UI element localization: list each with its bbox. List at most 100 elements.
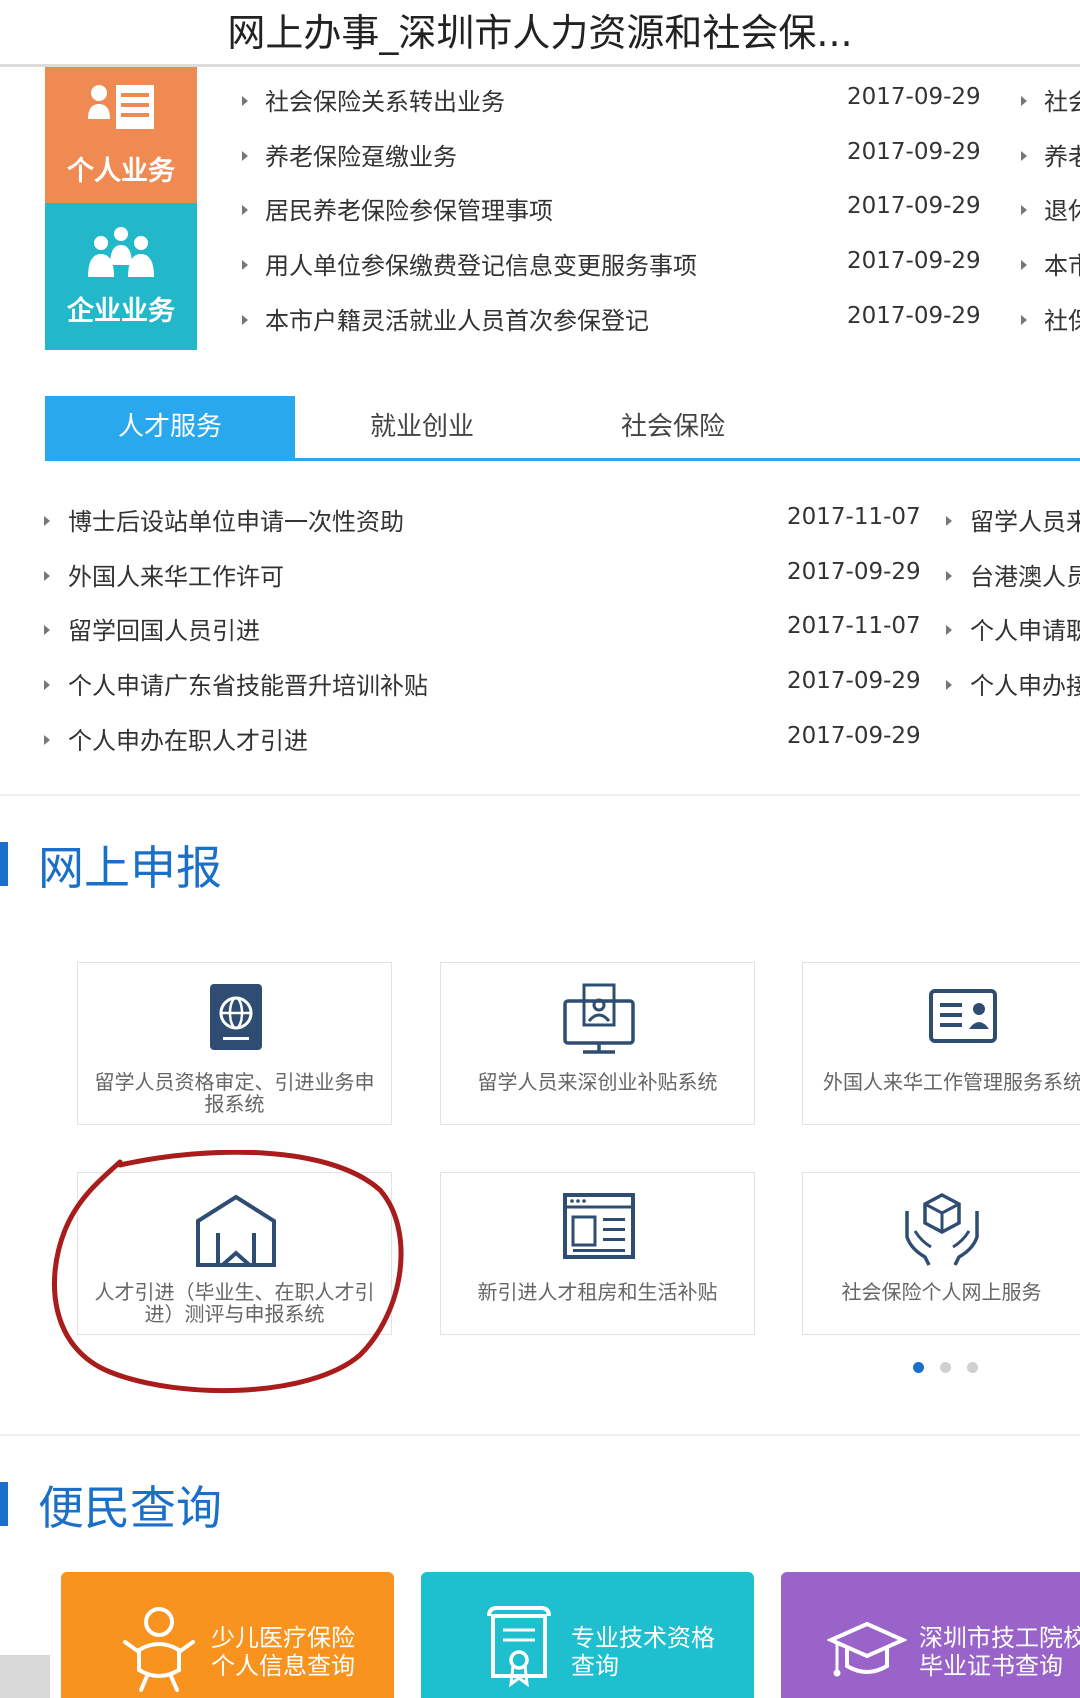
tile-child-medical-query[interactable]: 少儿医疗保险 个人信息查询 xyxy=(61,1572,394,1698)
bullet-icon xyxy=(44,571,50,581)
bullet-icon xyxy=(242,96,248,106)
item-date: 2017-09-29 xyxy=(847,248,981,274)
item-date: 2017-09-29 xyxy=(847,139,981,165)
list-item[interactable]: 本市户籍灵活就业人员首次参保登记 2017-09-29 社保 xyxy=(0,289,1080,343)
bullet-icon xyxy=(242,151,248,161)
section-divider xyxy=(0,794,1080,796)
card-foreigner-work[interactable]: 外国人来华工作管理服务系统 xyxy=(802,962,1080,1125)
card-rental-subsidy[interactable]: 新引进人才租房和生活补贴 xyxy=(440,1172,755,1335)
item-label-right[interactable]: 个人申请职 xyxy=(970,611,1080,646)
page-title: 网上办事_深圳市人力资源和社会保... xyxy=(227,11,853,55)
item-date: 2017-09-29 xyxy=(787,723,921,749)
bullet-icon xyxy=(946,516,952,526)
scroll-helper-button[interactable] xyxy=(0,1655,50,1698)
card-label: 外国人来华工作管理服务系统 xyxy=(823,1070,1080,1094)
tab-talent-services[interactable]: 人才服务 xyxy=(45,396,295,458)
item-label[interactable]: 居民养老保险参保管理事项 xyxy=(265,191,553,226)
hands-box-icon xyxy=(905,1193,979,1266)
bullet-icon xyxy=(242,205,248,215)
card-label: 社会保险个人网上服务 xyxy=(841,1280,1042,1304)
tile-label: 深圳市技工院校 毕业证书查询 xyxy=(919,1624,1080,1680)
tile-professional-qualification[interactable]: 专业技术资格 查询 xyxy=(421,1572,754,1698)
section-marker xyxy=(0,842,8,886)
item-date: 2017-09-29 xyxy=(847,303,981,329)
bullet-icon xyxy=(1021,260,1027,270)
item-label-right[interactable]: 个人申办接 xyxy=(970,666,1080,701)
list-item[interactable]: 留学回国人员引进 2017-11-07 个人申请职 xyxy=(0,599,1080,653)
bullet-icon xyxy=(44,735,50,745)
bullet-icon xyxy=(242,315,248,325)
id-card-icon xyxy=(929,989,997,1043)
annotation-circle xyxy=(52,1150,404,1394)
tab-content-list: 博士后设站单位申请一次性资助 2017-11-07 留学人员来 外国人来华工作许… xyxy=(0,490,1080,760)
tile-label: 少儿医疗保险 个人信息查询 xyxy=(211,1624,355,1680)
bullet-icon xyxy=(242,260,248,270)
bullet-icon xyxy=(44,680,50,690)
item-label-right[interactable]: 养老 xyxy=(1044,137,1080,172)
item-label[interactable]: 外国人来华工作许可 xyxy=(68,557,284,592)
tile-label: 专业技术资格 查询 xyxy=(571,1624,715,1680)
tab-employment[interactable]: 就业创业 xyxy=(297,396,547,458)
list-item[interactable]: 博士后设站单位申请一次性资助 2017-11-07 留学人员来 xyxy=(0,490,1080,544)
bullet-icon xyxy=(946,680,952,690)
bullet-icon xyxy=(44,625,50,635)
section-divider xyxy=(0,1434,1080,1436)
graduation-cap-icon xyxy=(827,1621,907,1677)
top-business-list: 社会保险关系转出业务 2017-09-29 社会 养老保险趸缴业务 2017-0… xyxy=(0,70,1080,355)
bullet-icon xyxy=(44,516,50,526)
bullet-icon xyxy=(1021,205,1027,215)
list-item[interactable]: 居民养老保险参保管理事项 2017-09-29 退休 xyxy=(0,179,1080,233)
tab-social-insurance[interactable]: 社会保险 xyxy=(548,396,798,458)
item-label-right[interactable]: 社保 xyxy=(1044,301,1080,336)
card-social-insurance-online[interactable]: 社会保险个人网上服务 xyxy=(802,1172,1080,1335)
item-date: 2017-09-29 xyxy=(847,84,981,110)
item-date: 2017-09-29 xyxy=(787,668,921,694)
item-label[interactable]: 本市户籍灵活就业人员首次参保登记 xyxy=(265,301,649,336)
item-label[interactable]: 博士后设站单位申请一次性资助 xyxy=(68,502,404,537)
passport-globe-icon xyxy=(210,984,262,1050)
item-label-right[interactable]: 社会 xyxy=(1044,82,1080,117)
bullet-icon xyxy=(946,571,952,581)
card-label: 留学人员资格审定、引进业务申报系统 xyxy=(94,1070,375,1116)
carousel-dot-active[interactable] xyxy=(913,1362,924,1373)
card-startup-subsidy[interactable]: 留学人员来深创业补贴系统 xyxy=(440,962,755,1125)
list-item[interactable]: 外国人来华工作许可 2017-09-29 台港澳人员 xyxy=(0,545,1080,599)
baby-icon xyxy=(123,1607,195,1692)
item-label-right[interactable]: 留学人员来 xyxy=(970,502,1080,537)
item-label-right[interactable]: 退休 xyxy=(1044,191,1080,226)
list-item[interactable]: 社会保险关系转出业务 2017-09-29 社会 xyxy=(0,70,1080,124)
item-label[interactable]: 养老保险趸缴业务 xyxy=(265,137,457,172)
certificate-icon xyxy=(487,1606,551,1688)
item-label-right[interactable]: 台港澳人员 xyxy=(970,557,1080,592)
item-date: 2017-11-07 xyxy=(787,613,921,639)
section-marker xyxy=(0,1482,8,1526)
bullet-icon xyxy=(946,625,952,635)
card-label: 留学人员来深创业补贴系统 xyxy=(477,1070,718,1094)
item-label[interactable]: 留学回国人员引进 xyxy=(68,611,260,646)
item-date: 2017-09-29 xyxy=(787,559,921,585)
tab-underline xyxy=(45,458,1080,461)
card-overseas-qualification[interactable]: 留学人员资格审定、引进业务申报系统 xyxy=(77,962,392,1125)
list-item[interactable]: 个人申请广东省技能晋升培训补贴 2017-09-29 个人申办接 xyxy=(0,654,1080,708)
top-bar: 网上办事_深圳市人力资源和社会保... xyxy=(0,0,1080,67)
tile-technical-school-certificate[interactable]: 深圳市技工院校 毕业证书查询 xyxy=(781,1572,1080,1698)
carousel-dot[interactable] xyxy=(967,1362,978,1373)
list-item[interactable]: 用人单位参保缴费登记信息变更服务事项 2017-09-29 本市 xyxy=(0,234,1080,288)
monitor-person-icon xyxy=(563,983,635,1054)
item-date: 2017-09-29 xyxy=(847,193,981,219)
item-date: 2017-11-07 xyxy=(787,504,921,530)
item-label[interactable]: 个人申办在职人才引进 xyxy=(68,721,308,756)
list-item[interactable]: 养老保险趸缴业务 2017-09-29 养老 xyxy=(0,125,1080,179)
bullet-icon xyxy=(1021,151,1027,161)
bullet-icon xyxy=(1021,96,1027,106)
bullet-icon xyxy=(1021,315,1027,325)
convenience-query-title: 便民查询 xyxy=(38,1481,222,1535)
item-label[interactable]: 用人单位参保缴费登记信息变更服务事项 xyxy=(265,246,697,281)
item-label[interactable]: 社会保险关系转出业务 xyxy=(265,82,505,117)
carousel-dot[interactable] xyxy=(940,1362,951,1373)
item-label-right[interactable]: 本市 xyxy=(1044,246,1080,281)
browser-window-icon xyxy=(563,1193,635,1259)
list-item[interactable]: 个人申办在职人才引进 2017-09-29 xyxy=(0,709,1080,763)
item-label[interactable]: 个人申请广东省技能晋升培训补贴 xyxy=(68,666,428,701)
card-label: 新引进人才租房和生活补贴 xyxy=(477,1280,718,1304)
